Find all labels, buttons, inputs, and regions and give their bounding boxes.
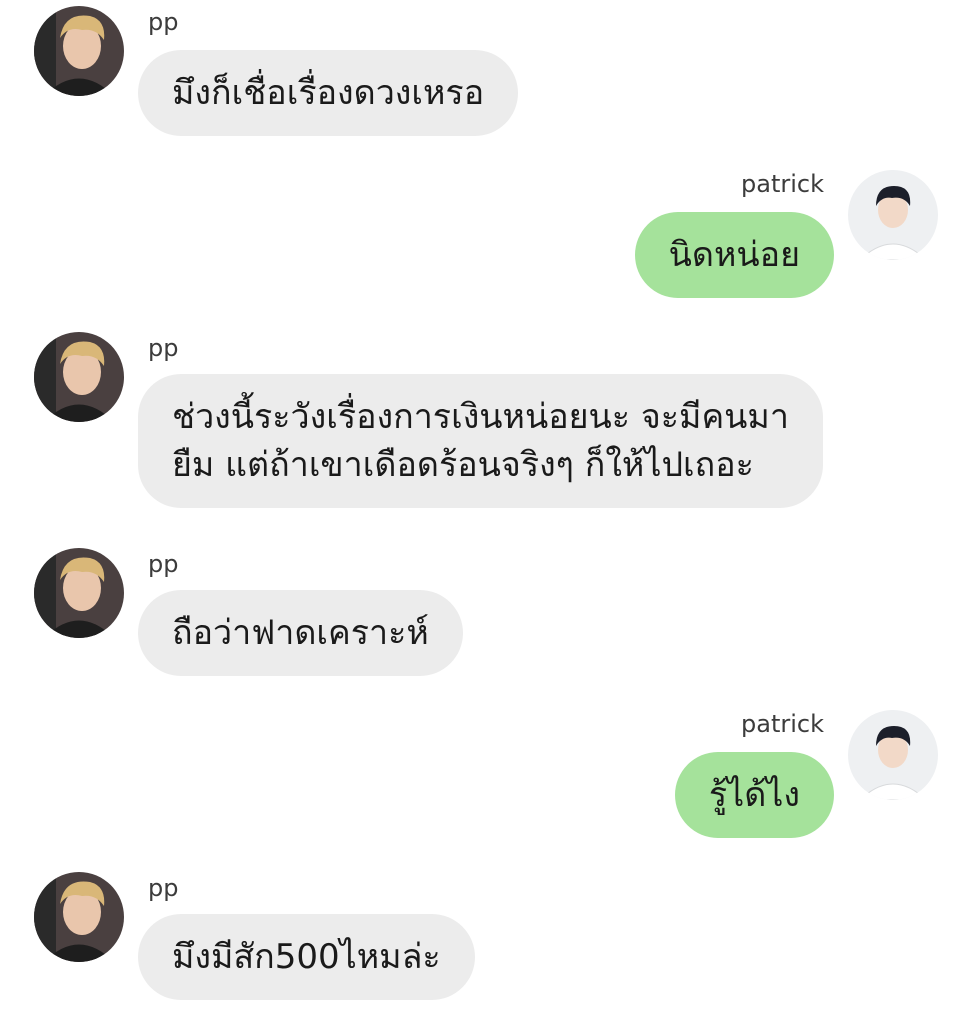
message-text: ยืม แต่ถ้าเขาเดือดร้อนจริงๆ ก็ให้ไปเถอะ	[172, 445, 754, 485]
message-bubble[interactable]: รู้ได้ไง	[674, 752, 834, 838]
patrick-avatar[interactable]	[848, 710, 938, 800]
sender-name: patrick	[741, 170, 824, 198]
sender-name: pp	[148, 874, 179, 902]
pp-avatar[interactable]	[34, 548, 124, 638]
sender-name: pp	[148, 550, 179, 578]
message-text: รู้ได้ไง	[708, 775, 800, 815]
sender-name: patrick	[741, 710, 824, 738]
sender-name: pp	[148, 334, 179, 362]
pp-avatar[interactable]	[34, 332, 124, 422]
message-bubble[interactable]: มึงมีสัก500ไหมล่ะ	[138, 914, 475, 1000]
message-text: มึงก็เชื่อเรื่องดวงเหรอ	[172, 73, 485, 113]
message-bubble[interactable]: ถือว่าฟาดเคราะห์	[138, 590, 463, 676]
message-bubble[interactable]: ช่วงนี้ระวังเรื่องการเงินหน่อยนะ จะมีคนม…	[138, 374, 823, 508]
message-text: มึงมีสัก500ไหมล่ะ	[172, 937, 441, 977]
message-bubble[interactable]: มึงก็เชื่อเรื่องดวงเหรอ	[138, 50, 519, 136]
message-text: ถือว่าฟาดเคราะห์	[172, 613, 429, 653]
pp-avatar[interactable]	[34, 6, 124, 96]
message-text: นิดหน่อย	[668, 235, 800, 275]
sender-name: pp	[148, 8, 179, 36]
patrick-avatar[interactable]	[848, 170, 938, 260]
message-bubble[interactable]: นิดหน่อย	[634, 212, 834, 298]
pp-avatar[interactable]	[34, 872, 124, 962]
message-text: ช่วงนี้ระวังเรื่องการเงินหน่อยนะ จะมีคนม…	[172, 397, 789, 437]
